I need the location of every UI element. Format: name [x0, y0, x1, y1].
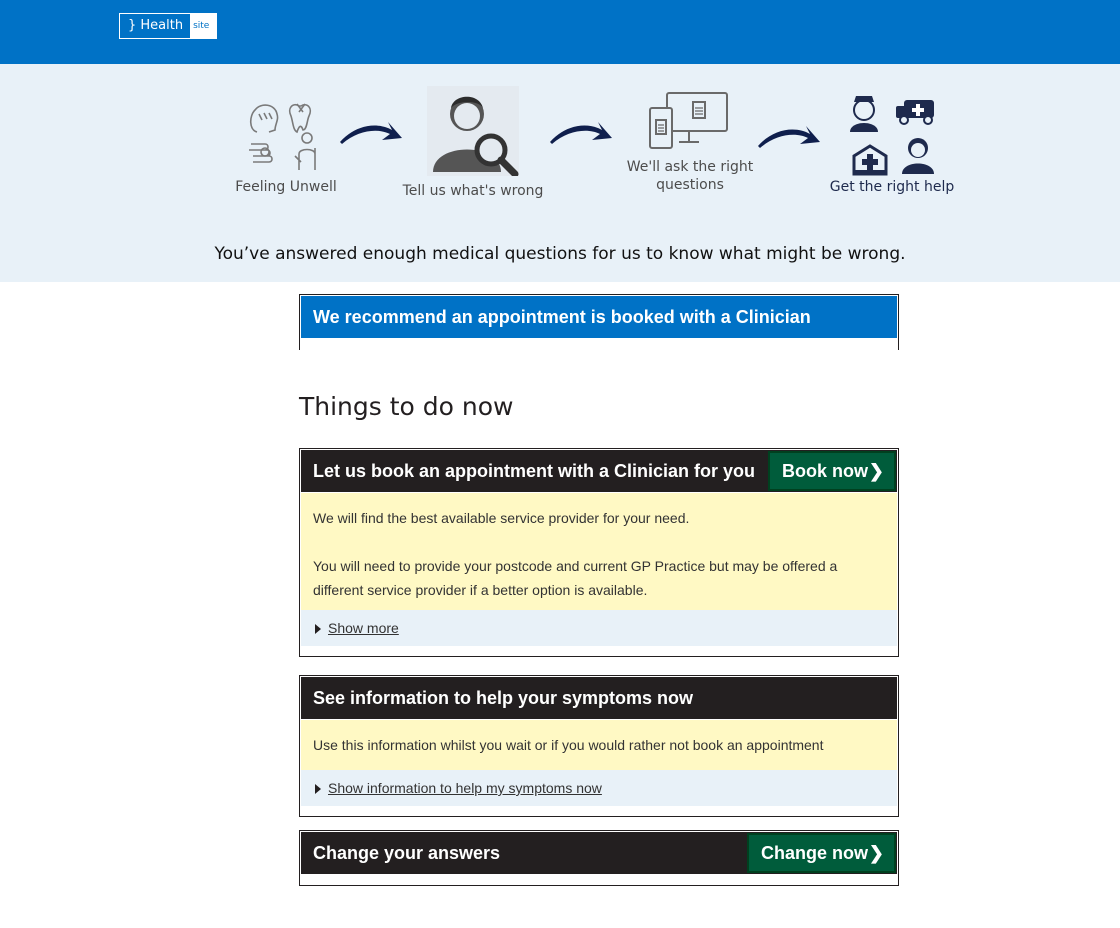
triangle-right-icon [315, 624, 321, 634]
arrow-right-icon [550, 122, 612, 144]
progress-hero: Feeling Unwell Tell us what's wrong We'l… [0, 64, 1120, 282]
card-heading: See information to help your symptoms no… [301, 677, 897, 719]
site-logo[interactable]: } Health site [119, 13, 218, 39]
devices-clipboard-icon [649, 92, 728, 149]
arrow-right-icon [758, 126, 820, 148]
symptom-info-card: See information to help your symptoms no… [299, 675, 899, 817]
book-appointment-card: Let us book an appointment with a Clinic… [299, 448, 899, 657]
card-body: We will find the best available service … [301, 493, 897, 610]
card-text: You will need to provide your postcode a… [313, 558, 838, 598]
card-title: See information to help your symptoms no… [313, 688, 694, 708]
arrow-right-icon [340, 122, 402, 144]
show-info-link[interactable]: Show information to help my symptoms now [328, 780, 602, 796]
chevron-right-icon: ❯ [868, 461, 884, 481]
clinicians-collage-icon [850, 96, 934, 176]
card-body: Use this information whilst you wait or … [301, 720, 897, 770]
step-label: Feeling Unwell [235, 179, 337, 195]
change-answers-card: Change your answers Change now ❯ [299, 830, 899, 886]
card-heading: Change your answers Change now ❯ [301, 832, 897, 874]
user-search-icon [427, 86, 519, 176]
logo-subtext: site [190, 14, 217, 38]
book-now-button[interactable]: Book now ❯ [768, 451, 896, 491]
logo-text: } Health [128, 18, 184, 33]
card-heading: Let us book an appointment with a Clinic… [301, 450, 897, 492]
recommendation-panel: We recommend an appointment is booked wi… [299, 294, 899, 350]
chevron-right-icon: ❯ [868, 843, 884, 863]
step-questions: We'll ask the right questions [620, 92, 760, 194]
change-now-button[interactable]: Change now ❯ [747, 833, 896, 873]
symptoms-collage-icon [249, 103, 316, 170]
card-text: We will find the best available service … [313, 510, 690, 526]
card-footer: Show more [301, 610, 897, 646]
recommendation-heading: We recommend an appointment is booked wi… [301, 296, 897, 338]
step-tell-us: Tell us what's wrong [398, 86, 548, 200]
button-label: Book now [782, 461, 868, 481]
hero-message: You’ve answered enough medical questions… [214, 244, 906, 264]
card-title: Change your answers [313, 843, 501, 863]
top-header: } Health site [0, 0, 1120, 64]
button-label: Change now [761, 843, 868, 863]
step-label: We'll ask the right questions [626, 159, 754, 193]
card-footer: Show information to help my symptoms now [301, 770, 897, 806]
show-more-link[interactable]: Show more [328, 620, 399, 636]
card-title: Let us book an appointment with a Clinic… [313, 461, 756, 481]
step-label: Get the right help [829, 179, 955, 195]
step-feeling-unwell: Feeling Unwell [226, 100, 346, 196]
step-label: Tell us what's wrong [402, 183, 544, 199]
triangle-right-icon [315, 784, 321, 794]
step-get-help: Get the right help [822, 92, 962, 196]
page-title: Things to do now [299, 392, 514, 421]
card-text: Use this information whilst you wait or … [313, 737, 824, 753]
